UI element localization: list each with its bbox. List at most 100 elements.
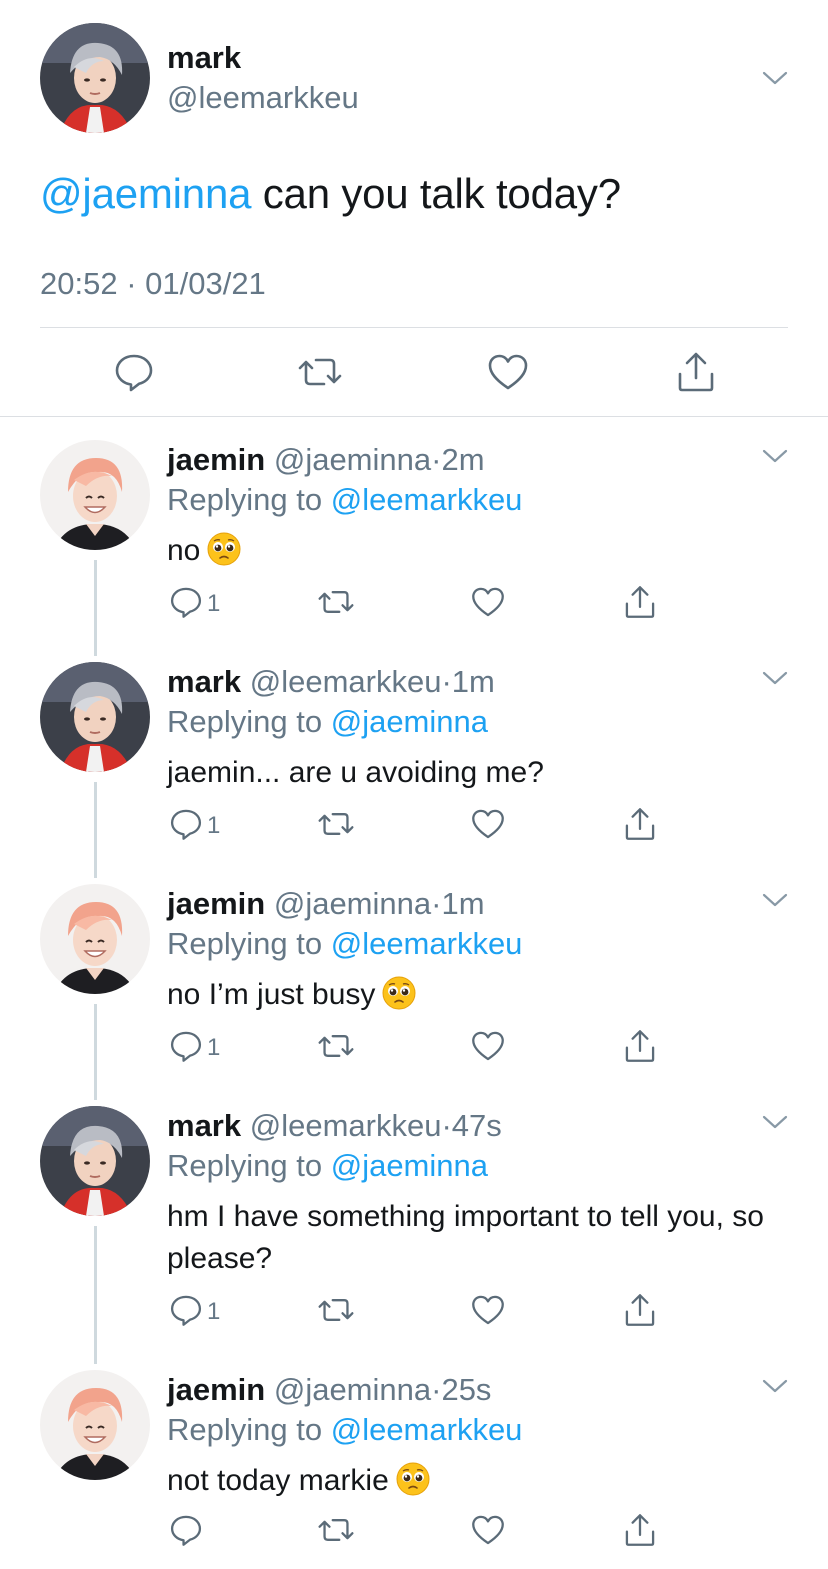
separator: · xyxy=(441,664,452,699)
author-handle[interactable]: @leemarkkeu xyxy=(250,1108,442,1143)
author-handle[interactable]: @jaeminna xyxy=(274,1372,431,1407)
reply-time[interactable]: 25s xyxy=(441,1372,491,1407)
share-icon[interactable] xyxy=(622,584,658,620)
author-name[interactable]: mark xyxy=(167,664,241,699)
author-handle[interactable]: @leemarkkeu xyxy=(250,664,442,699)
reply-time[interactable]: 47s xyxy=(452,1108,502,1143)
replying-to: Replying to @leemarkkeu xyxy=(167,482,522,518)
replying-to: Replying to @leemarkkeu xyxy=(167,926,522,962)
reply-tweet[interactable]: jaemin @jaeminna·25s Replying to @leemar… xyxy=(0,1370,828,1569)
reply-header: jaemin @jaeminna·25s xyxy=(167,1372,491,1408)
replying-to-label: Replying to xyxy=(167,482,331,517)
pleading-face-emoji xyxy=(396,1462,430,1496)
reply-tweet[interactable]: jaemin @jaeminna·2m Replying to @leemark… xyxy=(0,440,828,640)
share-icon[interactable] xyxy=(674,350,718,394)
author-name[interactable]: jaemin xyxy=(167,886,265,921)
retweet-icon[interactable] xyxy=(318,584,354,620)
reply-time[interactable]: 2m xyxy=(441,442,484,477)
avatar[interactable] xyxy=(40,440,150,550)
replying-to: Replying to @leemarkkeu xyxy=(167,1412,522,1448)
reply-count: 1 xyxy=(207,1298,221,1325)
reply-time[interactable]: 1m xyxy=(441,886,484,921)
mention-link[interactable]: @leemarkkeu xyxy=(331,482,523,517)
chevron-down-icon[interactable] xyxy=(762,448,788,464)
divider xyxy=(0,416,828,417)
retweet-icon[interactable] xyxy=(318,1028,354,1064)
share-icon[interactable] xyxy=(622,1512,658,1548)
mention-link[interactable]: @leemarkkeu xyxy=(331,1412,523,1447)
main-tweet: mark @leemarkkeu @jaeminna can you talk … xyxy=(0,0,828,417)
reply-header: mark @leemarkkeu·47s xyxy=(167,1108,502,1144)
reply-action-bar xyxy=(0,1512,828,1552)
author-handle[interactable]: @jaeminna xyxy=(274,442,431,477)
share-icon[interactable] xyxy=(622,1028,658,1064)
reply-action-bar: 1 xyxy=(0,584,828,624)
tweet-text: @jaeminna can you talk today? xyxy=(40,170,621,218)
chevron-down-icon[interactable] xyxy=(762,1114,788,1130)
share-icon[interactable] xyxy=(622,806,658,842)
avatar[interactable] xyxy=(40,884,150,994)
like-icon[interactable] xyxy=(470,1292,506,1328)
tweet-timestamp[interactable]: 20:52 · 01/03/21 xyxy=(40,266,266,302)
like-icon[interactable] xyxy=(470,1512,506,1548)
reply-text: not today markie xyxy=(167,1460,787,1502)
like-icon[interactable] xyxy=(470,584,506,620)
reply-time[interactable]: 1m xyxy=(452,664,495,699)
pleading-face-emoji xyxy=(382,976,416,1010)
jaemin-avatar-image xyxy=(40,440,150,550)
author-handle[interactable]: @leemarkkeu xyxy=(167,80,359,116)
avatar[interactable] xyxy=(40,1370,150,1480)
author-name[interactable]: jaemin xyxy=(167,442,265,477)
retweet-icon[interactable] xyxy=(318,1292,354,1328)
reply-icon[interactable] xyxy=(168,1512,204,1548)
reply-icon[interactable] xyxy=(112,350,156,394)
author-name[interactable]: mark xyxy=(167,40,241,76)
reply-icon[interactable] xyxy=(168,1292,204,1328)
author-name[interactable]: jaemin xyxy=(167,1372,265,1407)
reply-icon[interactable] xyxy=(168,806,204,842)
avatar[interactable] xyxy=(40,23,150,133)
reply-icon[interactable] xyxy=(168,584,204,620)
author-handle[interactable]: @jaeminna xyxy=(274,886,431,921)
like-icon[interactable] xyxy=(470,1028,506,1064)
mention-link[interactable]: @jaeminna xyxy=(331,704,488,739)
reply-count: 1 xyxy=(207,1034,221,1061)
chevron-down-icon[interactable] xyxy=(762,892,788,908)
reply-text: no I’m just busy xyxy=(167,974,787,1016)
reply-body: not today markie xyxy=(167,1464,389,1497)
reply-icon[interactable] xyxy=(168,1028,204,1064)
reply-tweet[interactable]: mark @leemarkkeu·47s Replying to @jaemin… xyxy=(0,1106,828,1346)
mention-link[interactable]: @jaeminna xyxy=(40,170,251,217)
chevron-down-icon[interactable] xyxy=(762,70,788,86)
reply-body: no I’m just busy xyxy=(167,978,376,1011)
retweet-icon[interactable] xyxy=(318,806,354,842)
mention-link[interactable]: @leemarkkeu xyxy=(331,926,523,961)
separator: · xyxy=(441,1108,452,1143)
like-icon[interactable] xyxy=(470,806,506,842)
chevron-down-icon[interactable] xyxy=(762,670,788,686)
retweet-icon[interactable] xyxy=(298,350,342,394)
replying-to-label: Replying to xyxy=(167,926,331,961)
avatar[interactable] xyxy=(40,1106,150,1216)
chevron-down-icon[interactable] xyxy=(762,1378,788,1394)
replying-to-label: Replying to xyxy=(167,1148,331,1183)
tweet-action-bar xyxy=(0,350,828,394)
reply-action-bar: 1 xyxy=(0,806,828,846)
share-icon[interactable] xyxy=(622,1292,658,1328)
reply-tweet[interactable]: jaemin @jaeminna·1m Replying to @leemark… xyxy=(0,884,828,1084)
avatar[interactable] xyxy=(40,662,150,772)
replying-to: Replying to @jaeminna xyxy=(167,704,488,740)
author-name[interactable]: mark xyxy=(167,1108,241,1143)
reply-text: hm I have something important to tell yo… xyxy=(167,1196,787,1280)
reply-action-bar: 1 xyxy=(0,1028,828,1068)
separator: · xyxy=(431,442,442,477)
mark-avatar-image xyxy=(40,23,150,133)
reply-header: jaemin @jaeminna·2m xyxy=(167,442,485,478)
reply-body: no xyxy=(167,534,201,567)
mention-link[interactable]: @jaeminna xyxy=(331,1148,488,1183)
like-icon[interactable] xyxy=(486,350,530,394)
reply-count: 1 xyxy=(207,812,221,839)
reply-count: 1 xyxy=(207,590,221,617)
reply-tweet[interactable]: mark @leemarkkeu·1m Replying to @jaeminn… xyxy=(0,662,828,862)
retweet-icon[interactable] xyxy=(318,1512,354,1548)
